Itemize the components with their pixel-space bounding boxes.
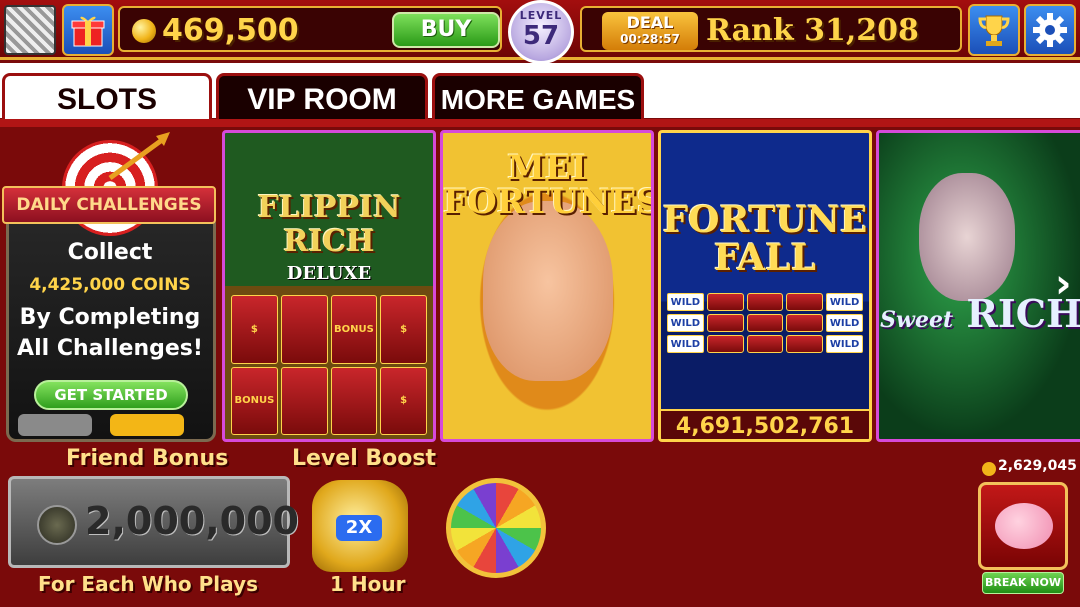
break-now-button[interactable]: BREAK NOW: [982, 572, 1064, 594]
tab-more-games[interactable]: MORE GAMES: [432, 73, 644, 121]
arrow-icon: [108, 132, 170, 181]
friend-bonus-subtitle: For Each Who Plays: [38, 572, 258, 596]
level-boost-duration: 1 Hour: [330, 572, 406, 596]
reel-symbol: BONUS: [330, 295, 378, 364]
rank-text[interactable]: Rank 31,208: [706, 13, 919, 48]
game-title-line2: FALL: [713, 237, 816, 279]
jackpot-counter: 4,691,502,761: [661, 409, 869, 439]
game-title-line1: FLIPPIN: [257, 190, 401, 225]
game-tile-sweet-riches[interactable]: Sweet RICH ›: [876, 130, 1080, 442]
character-art: [919, 173, 1015, 301]
reel-symbol: [786, 335, 824, 353]
deal-timer: 00:28:57: [620, 32, 680, 46]
reel-symbol: [706, 314, 744, 332]
level-boost-title: Level Boost: [292, 446, 437, 471]
reel-symbol: [706, 335, 744, 353]
wild-symbol: WILD: [826, 335, 863, 353]
coin-icon: [982, 462, 996, 476]
deal-label: DEAL: [626, 13, 674, 32]
buy-button[interactable]: BUY: [392, 12, 500, 48]
reel-symbol: [746, 335, 784, 353]
level-badge[interactable]: LEVEL 57: [508, 0, 574, 64]
piggy-bank-button[interactable]: [978, 482, 1068, 570]
reel-symbol: [786, 293, 824, 311]
reel-symbol: [706, 293, 744, 311]
avatar[interactable]: [4, 5, 56, 55]
wild-symbol: WILD: [667, 293, 704, 311]
game-tile-fortune-fall[interactable]: FORTUNE FALL WILD WILD WILD WILD WILD WI…: [658, 130, 872, 442]
reel-symbol: [746, 293, 784, 311]
character-art: [483, 201, 613, 381]
game-title: FLIPPIN RICH: [225, 191, 433, 259]
game-title-line1: FORTUNE: [662, 199, 868, 241]
game-title: MEI FORTUNES: [443, 151, 651, 219]
reel-grid: WILD WILD WILD WILD WILD WILD: [667, 293, 863, 353]
level-value: 57: [522, 21, 560, 51]
get-started-button[interactable]: GET STARTED: [34, 380, 188, 410]
tab-vip-room[interactable]: VIP ROOM: [216, 73, 428, 121]
piggy-bank-icon: [995, 503, 1053, 549]
game-title: Sweet RICH: [879, 291, 1080, 336]
dc-collect-text: Collect: [67, 240, 153, 265]
wild-symbol: WILD: [667, 335, 704, 353]
chevron-right-icon[interactable]: ›: [1055, 261, 1071, 307]
gift-icon: [71, 16, 105, 47]
reel-symbol: [746, 314, 784, 332]
game-title-line2: RICH: [283, 224, 375, 259]
game-title-script: Sweet: [880, 307, 954, 333]
wild-symbol: WILD: [826, 314, 863, 332]
content-divider: [0, 119, 1080, 127]
game-tile-flippin-rich[interactable]: FLIPPIN RICH DELUXE $ BONUS $ BONUS $: [222, 130, 436, 442]
reel-symbol: BONUS: [231, 366, 278, 435]
reel-symbol: $: [380, 366, 427, 435]
reel-symbol: [786, 314, 824, 332]
tab-slots[interactable]: SLOTS: [2, 73, 212, 121]
dc-coins-text: 4,425,000 COINS: [29, 275, 191, 295]
reel-grid: $ BONUS $ BONUS $: [231, 295, 427, 435]
settings-button[interactable]: [1024, 4, 1076, 56]
challenge-progress-empty: [18, 414, 92, 436]
game-title: FORTUNE FALL: [661, 201, 869, 277]
friend-bonus-box[interactable]: 2,000,000: [8, 476, 299, 568]
prize-wheel-icon[interactable]: [446, 478, 546, 578]
wild-symbol: WILD: [667, 314, 704, 332]
trophy-button[interactable]: [968, 4, 1020, 56]
dc-line1: By Completing: [19, 305, 201, 330]
piggy-bank-value: 2,629,045: [998, 458, 1077, 474]
daily-challenges-ribbon: DAILY CHALLENGES: [2, 186, 216, 224]
reel-symbol: $: [231, 295, 278, 364]
friend-bonus-title: Friend Bonus: [66, 446, 229, 471]
coin-balance: 469,500: [162, 13, 299, 48]
wild-symbol: WILD: [826, 293, 863, 311]
deal-rank-panel: DEAL 00:28:57 Rank 31,208: [580, 6, 962, 52]
challenge-progress-filled: [110, 414, 184, 436]
reel-symbol: [280, 366, 328, 435]
dc-line2: All Challenges!: [17, 336, 203, 361]
trophy-icon: [978, 15, 1010, 46]
reel-symbol: $: [380, 295, 427, 364]
coin-icon: [37, 505, 77, 545]
coin-icon: [132, 19, 156, 43]
reel-symbol: [330, 366, 378, 435]
boost-multiplier: 2X: [336, 515, 382, 541]
reel-symbol: [280, 295, 328, 364]
game-title-line2: FORTUNES: [443, 182, 654, 222]
friend-bonus-value: 2,000,000: [85, 499, 299, 543]
game-tile-mei-fortunes[interactable]: MEI FORTUNES: [440, 130, 654, 442]
deal-button[interactable]: DEAL 00:28:57: [602, 12, 698, 50]
gift-button[interactable]: [62, 4, 114, 56]
gear-icon: [1033, 13, 1067, 47]
game-subtitle: DELUXE: [286, 263, 372, 284]
